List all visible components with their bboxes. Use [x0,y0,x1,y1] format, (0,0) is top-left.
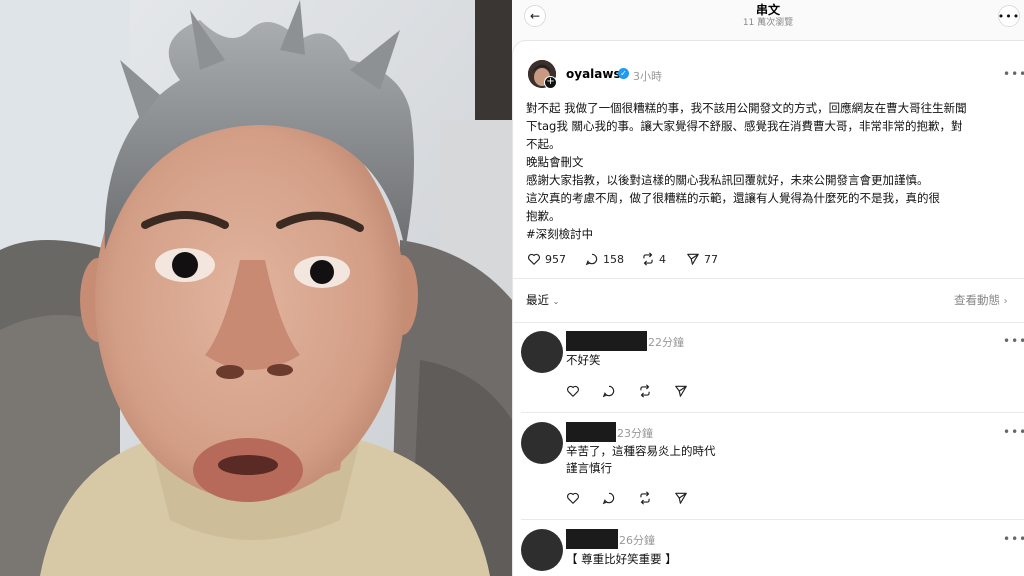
comment-bubble-icon[interactable] [602,384,616,398]
commenter-avatar[interactable] [521,529,563,571]
comment-line: 辛苦了，這種容易炎上的時代 [566,444,716,458]
comment-button[interactable]: 158 [585,252,624,266]
redacted-username [566,422,616,442]
redacted-username [566,331,647,351]
share-count: 77 [704,252,718,266]
more-options-button[interactable]: ••• [998,5,1020,27]
verified-badge-icon: ✓ [618,68,629,79]
comment-time: 23分鐘 [617,427,653,440]
chevron-down-icon: ⌄ [552,297,560,306]
commenter-avatar[interactable] [521,422,563,464]
divider [513,278,1024,279]
comment-more-icon[interactable]: ••• [1003,425,1024,439]
like-button[interactable]: 957 [527,252,566,266]
post-line: 下tag我 關心我的事。讓大家覺得不舒服、感覺我在消費曹大哥，非常非常的抱歉，對 [526,119,963,133]
screen: ← 串文 11 萬次瀏覽 ••• + oyalaws ✓ 3小時 ••• [0,0,1024,576]
comment-actions [566,491,688,505]
repost-icon [643,252,653,266]
comment-bubble-icon[interactable] [602,491,616,505]
comment-time: 22分鐘 [648,336,684,349]
divider [521,519,1024,520]
comment-line: 【 尊重比好笑重要 】 [566,552,677,566]
post-line: 抱歉。 [526,209,561,223]
comment-more-icon[interactable]: ••• [1003,532,1024,546]
like-count: 957 [545,252,566,266]
view-activity-label: 查看動態 [954,293,1000,307]
follow-plus-icon[interactable]: + [544,76,557,89]
send-icon[interactable] [674,384,688,398]
author-name[interactable]: oyalaws [566,67,621,81]
thread-card: + oyalaws ✓ 3小時 ••• 對不起 我做了一個很糟糕的事，我不該用公… [512,40,1024,576]
send-icon [687,253,699,265]
chevron-right-icon: › [1003,296,1008,307]
selfie-photo [0,0,512,576]
post-more-icon[interactable]: ••• [1003,67,1024,81]
view-count: 11 萬次瀏覽 [742,18,794,28]
comment-line: 不好笑 [566,353,601,367]
post-line: 晚點會刪文 [526,155,584,169]
divider [513,322,1024,323]
comment-text: 【 尊重比好笑重要 】 [566,551,677,568]
send-icon[interactable] [674,491,688,505]
view-activity-link[interactable]: 查看動態 › [954,292,1008,308]
share-button[interactable]: 77 [686,252,718,266]
heart-icon[interactable] [566,491,580,505]
post-line: 對不起 我做了一個很糟糕的事，我不該用公開發文的方式，回應網友在曹大哥往生新聞 [526,101,967,115]
repost-button[interactable]: 4 [641,252,666,266]
more-dots-icon: ••• [997,9,1021,23]
threads-panel: ← 串文 11 萬次瀏覽 ••• + oyalaws ✓ 3小時 ••• [512,0,1024,576]
post-time: 3小時 [633,70,662,83]
divider [521,412,1024,413]
repost-count: 4 [659,252,666,266]
comment-more-icon[interactable]: ••• [1003,334,1024,348]
photo-illustration [0,0,512,576]
post-line: #深刻檢討中 [526,227,594,241]
post-line: 感謝大家指教，以後對這樣的關心我私訊回覆就好，未來公開發言會更加謹慎。 [526,173,929,187]
comment-actions [566,384,688,398]
post-line: 這次真的考慮不周，做了很糟糕的示範，還讓有人覺得為什麼死的不是我，真的很 [526,191,940,205]
top-bar: ← 串文 11 萬次瀏覽 ••• [512,0,1024,36]
comment-text: 辛苦了，這種容易炎上的時代 謹言慎行 [566,443,716,477]
heart-icon[interactable] [566,384,580,398]
post-line: 不起。 [526,137,561,151]
repost-icon[interactable] [638,384,652,398]
comment-text: 不好笑 [566,352,601,369]
commenter-avatar[interactable] [521,331,563,373]
redacted-username [566,529,618,549]
post-text: 對不起 我做了一個很糟糕的事，我不該用公開發文的方式，回應網友在曹大哥往生新聞 … [526,99,1006,243]
comment-line: 謹言慎行 [566,461,612,475]
comment-bubble-icon [585,253,598,266]
repost-icon[interactable] [638,491,652,505]
heart-icon [528,253,540,265]
sort-dropdown[interactable]: 最近 ⌄ [526,292,559,308]
comment-count: 158 [603,252,624,266]
comment-time: 26分鐘 [619,534,655,547]
sort-label: 最近 [526,293,549,307]
